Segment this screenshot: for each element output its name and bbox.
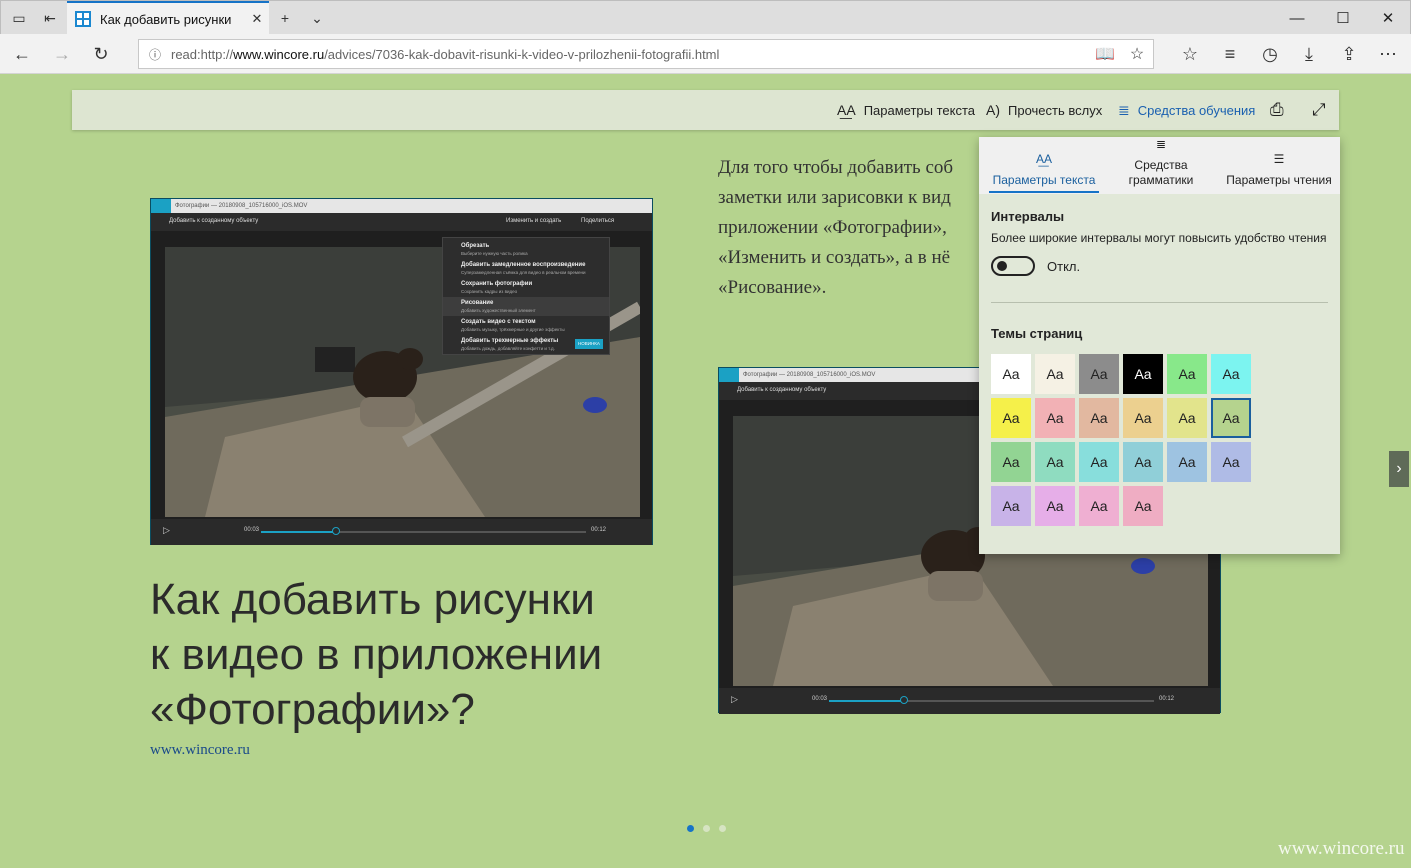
menu-item-3d-effects[interactable]: Добавить трехмерные эффекты Добавить дожд… bbox=[443, 335, 609, 354]
tab-preview-chevron-icon[interactable]: ⌄ bbox=[301, 1, 333, 35]
tab-reading-options[interactable]: ☰ Параметры чтения bbox=[1219, 137, 1339, 194]
next-page-chevron-icon[interactable]: › bbox=[1389, 451, 1409, 487]
page-dot[interactable] bbox=[719, 825, 726, 832]
page-dot[interactable] bbox=[703, 825, 710, 832]
watermark: www.wincore.ru bbox=[1278, 838, 1405, 859]
spacing-description: Более широкие интервалы могут повысить у… bbox=[991, 231, 1327, 245]
refresh-icon[interactable]: ↻ bbox=[82, 34, 120, 74]
new-badge: НОВИНКА bbox=[575, 339, 603, 349]
toggle-state-label: Откл. bbox=[1047, 259, 1081, 274]
learning-tools-icon: ≣ bbox=[1118, 101, 1130, 118]
favorite-star-icon[interactable]: ☆ bbox=[1121, 44, 1153, 64]
theme-swatch[interactable]: Aa bbox=[1123, 398, 1163, 438]
title-bar: ▭ ⇤ Как добавить рисунки ✕ + ⌄ — ☐ ✕ bbox=[0, 0, 1411, 35]
theme-swatch[interactable]: Aa bbox=[1079, 398, 1119, 438]
learning-tools-button[interactable]: ≣ Средства обучения bbox=[1118, 90, 1255, 130]
theme-swatch[interactable]: Aa bbox=[1123, 354, 1163, 394]
tab-manager-icon[interactable]: ▭ bbox=[3, 1, 35, 35]
photos-toolbar: Добавить к созданному объекту Изменить и… bbox=[151, 213, 652, 231]
forward-icon[interactable]: → bbox=[43, 34, 81, 74]
article-headline: Как добавить рисунки к видео в приложени… bbox=[150, 575, 603, 734]
favorites-icon[interactable]: ☆ bbox=[1171, 34, 1209, 74]
panel-tabs: A͟A Параметры текста ≣ Средства грамматики… bbox=[979, 137, 1340, 194]
theme-swatch[interactable]: Aa bbox=[1123, 442, 1163, 482]
text-size-icon: A͟A bbox=[1035, 152, 1052, 166]
menu-item-trim[interactable]: Обрезать Выберите нужную часть ролика bbox=[443, 240, 609, 259]
menu-item-save-photos[interactable]: Сохранить фотографии Сохранить кадры из в… bbox=[443, 278, 609, 297]
new-tab-icon[interactable]: + bbox=[269, 1, 301, 35]
page-themes-heading: Темы страниц bbox=[991, 326, 1083, 341]
history-icon[interactable]: ◷ bbox=[1251, 34, 1289, 74]
tab-title: Как добавить рисунки bbox=[100, 11, 232, 27]
reading-options-icon: ☰ bbox=[1273, 152, 1285, 166]
edit-create-menu: Обрезать Выберите нужную часть ролика Доб… bbox=[442, 237, 610, 355]
browser-tab[interactable]: Как добавить рисунки ✕ bbox=[67, 1, 269, 35]
play-icon[interactable]: ▷ bbox=[731, 694, 738, 705]
theme-swatch[interactable]: Aa bbox=[1167, 442, 1207, 482]
tab-grammar-tools[interactable]: ≣ Средства грамматики bbox=[1106, 137, 1216, 194]
minimize-icon[interactable]: — bbox=[1274, 1, 1320, 35]
theme-swatch[interactable]: Aa bbox=[1167, 398, 1207, 438]
back-icon[interactable]: ← bbox=[3, 34, 41, 74]
divider bbox=[991, 302, 1328, 303]
reader-toolbar: A͟A Параметры текста A) Прочесть вслух ≣ Ср… bbox=[72, 90, 1339, 130]
theme-swatch[interactable]: Aa bbox=[991, 398, 1031, 438]
menu-item-video-with-text[interactable]: Создать видео с текстом Добавить музыку, … bbox=[443, 316, 609, 335]
close-tab-icon[interactable]: ✕ bbox=[245, 11, 269, 27]
read-aloud-icon: A) bbox=[986, 102, 1000, 118]
fullscreen-icon[interactable]: ⤢ bbox=[1312, 90, 1326, 130]
info-icon[interactable]: ⓘ bbox=[139, 46, 171, 63]
text-options-button[interactable]: A͟A Параметры текста bbox=[837, 90, 975, 130]
theme-swatch[interactable]: Aa bbox=[1079, 486, 1119, 526]
article-image-1: Фотографии — 20180908_105716000_iOS.MOV … bbox=[150, 198, 653, 545]
theme-swatch[interactable]: Aa bbox=[991, 486, 1031, 526]
theme-swatch[interactable]: Aa bbox=[991, 354, 1031, 394]
downloads-icon[interactable]: ⤓ bbox=[1290, 34, 1328, 74]
theme-swatches: Aa Aa Aa Aa Aa Aa Aa Aa Aa Aa Aa Aa Aa Aa Aa Aa Aa Aa Aa Aa… bbox=[991, 354, 1261, 530]
theme-swatch[interactable]: Aa bbox=[1035, 354, 1075, 394]
theme-swatch[interactable]: Aa bbox=[991, 442, 1031, 482]
reading-list-icon[interactable]: ≡ bbox=[1211, 34, 1249, 74]
theme-swatch[interactable]: Aa bbox=[1211, 442, 1251, 482]
text-size-icon: A͟A bbox=[837, 102, 856, 118]
video-controls: ▷ 00:03 00:12 bbox=[151, 519, 652, 545]
share-icon[interactable]: ⇪ bbox=[1330, 34, 1368, 74]
spacing-heading: Интервалы bbox=[991, 209, 1065, 224]
close-window-icon[interactable]: ✕ bbox=[1365, 1, 1411, 35]
theme-swatch[interactable]: Aa bbox=[1079, 354, 1119, 394]
site-link[interactable]: www.wincore.ru bbox=[150, 742, 250, 759]
theme-swatch[interactable]: Aa bbox=[1035, 442, 1075, 482]
grammar-icon: ≣ bbox=[1155, 137, 1167, 151]
article-paragraph: Для того чтобы добавить соб заметки или … bbox=[718, 157, 954, 298]
active-tab-indicator bbox=[989, 191, 1099, 193]
text-options-panel: A͟A Параметры текста ≣ Средства грамматики… bbox=[979, 137, 1340, 554]
address-bar[interactable]: ⓘ read:http://www.wincore.ru/advices/703… bbox=[138, 39, 1154, 69]
theme-swatch[interactable]: Aa bbox=[1211, 398, 1251, 438]
theme-swatch[interactable]: Aa bbox=[1167, 354, 1207, 394]
menu-item-draw[interactable]: Рисование Добавить художественный элемент bbox=[443, 297, 609, 316]
set-tabs-aside-icon[interactable]: ⇤ bbox=[34, 1, 66, 35]
reading-view-icon[interactable]: 📖 bbox=[1089, 44, 1121, 64]
theme-swatch[interactable]: Aa bbox=[1123, 486, 1163, 526]
theme-swatch[interactable]: Aa bbox=[1211, 354, 1251, 394]
url-text: read:http://www.wincore.ru/advices/7036-… bbox=[171, 46, 720, 62]
read-aloud-button[interactable]: A) Прочесть вслух bbox=[986, 90, 1102, 130]
play-icon[interactable]: ▷ bbox=[163, 525, 170, 536]
navigation-bar: ← → ↻ ⓘ read:http://www.wincore.ru/advic… bbox=[0, 34, 1411, 74]
theme-swatch[interactable]: Aa bbox=[1079, 442, 1119, 482]
menu-item-slow-motion[interactable]: Добавить замедленное воспроизведение Супе… bbox=[443, 259, 609, 278]
maximize-icon[interactable]: ☐ bbox=[1320, 1, 1366, 35]
print-icon[interactable]: ⎙ bbox=[1270, 90, 1284, 130]
page-dot-active[interactable] bbox=[687, 825, 694, 832]
photos-title-bar: Фотографии — 20180908_105716000_iOS.MOV bbox=[151, 199, 652, 213]
video-controls: ▷ 00:03 00:12 bbox=[719, 688, 1220, 714]
more-icon[interactable]: ⋯ bbox=[1369, 34, 1407, 74]
tab-text-options[interactable]: A͟A Параметры текста bbox=[987, 137, 1101, 194]
spacing-toggle[interactable] bbox=[991, 256, 1035, 276]
theme-swatch[interactable]: Aa bbox=[1035, 398, 1075, 438]
favicon-icon bbox=[75, 11, 91, 27]
theme-swatch[interactable]: Aa bbox=[1035, 486, 1075, 526]
